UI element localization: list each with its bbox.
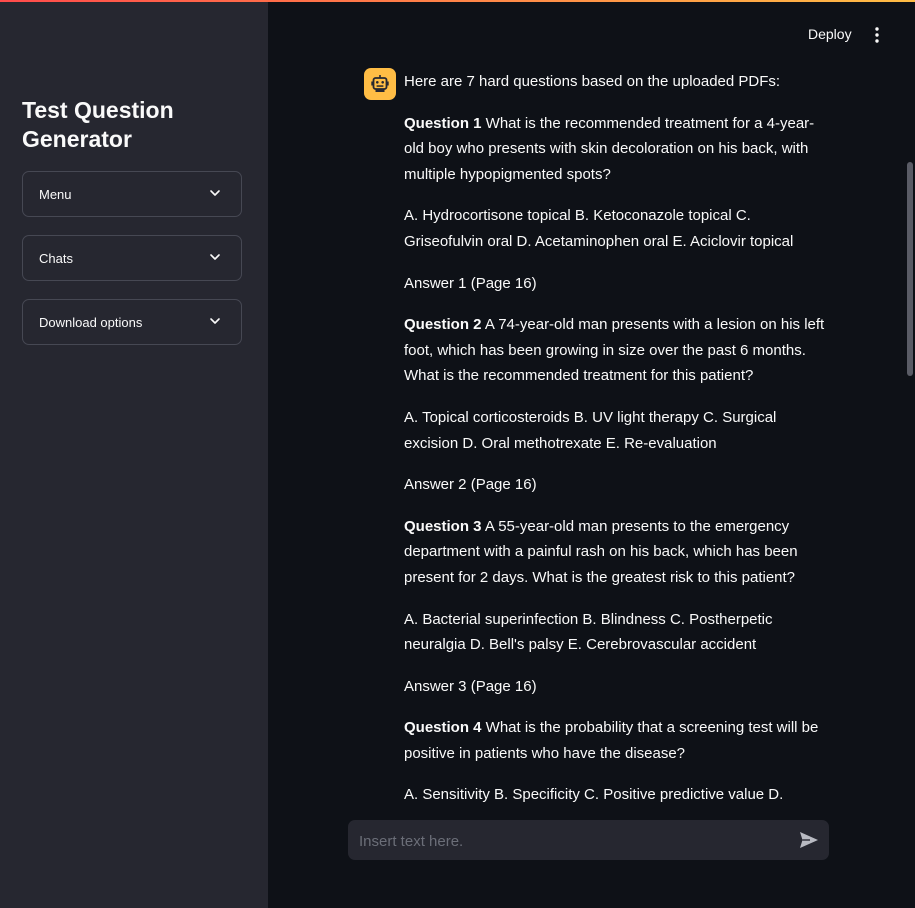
chevron-down-icon [210,254,220,260]
question-label: Question 3 [404,517,482,535]
question-options: A. Bacterial superinfection B. Blindness… [404,610,773,654]
expander-download-options[interactable]: Download options [22,299,242,345]
question-label: Question 2 [404,316,482,334]
question-options: A. Hydrocortisone topical B. Ketoconazol… [404,207,794,250]
question-options: A. Topical corticosteroids B. UV light t… [404,408,777,452]
expander-label: Menu [39,187,72,202]
top-accent-bar [0,0,915,2]
app-title: Test Question Generator [22,97,174,152]
question-text: Question 4 What is the probability that … [404,715,828,766]
expander-label: Download options [39,315,143,330]
expander-menu[interactable]: Menu [22,171,242,217]
question-options: A. Sensitivity B. Specificity C. Positiv… [404,786,784,804]
question-answer: Answer 1 (Page 16) [404,274,537,292]
avatar [364,68,396,100]
deploy-button[interactable]: Deploy [808,26,852,42]
main-area: Deploy Here are 7 hard questions based o… [268,0,915,908]
sidebar: Test Question Generator Menu Chats Downl… [0,0,268,908]
message-intro: Here are 7 hard questions based on the u… [404,73,781,90]
chevron-down-icon [210,190,220,196]
vertical-dots-icon[interactable] [870,26,884,44]
message-content: Here are 7 hard questions based on the u… [404,68,828,806]
question-label: Question 1 [404,114,482,132]
question-text: Question 3 A 55-year-old man presents to… [404,514,828,591]
expander-label: Chats [39,251,73,266]
chat-input-container [348,820,829,862]
question-text: Question 1 What is the recommended treat… [404,111,828,188]
scrollbar-thumb[interactable] [907,162,913,376]
question-answer: Answer 2 (Page 16) [404,476,537,494]
assistant-message: Here are 7 hard questions based on the u… [364,68,828,806]
robot-icon [371,75,389,92]
question-answer: Answer 3 (Page 16) [404,677,537,695]
question-text: Question 2 A 74-year-old man presents wi… [404,312,828,389]
chat-input[interactable] [357,820,781,862]
send-icon[interactable] [799,831,819,849]
expander-chats[interactable]: Chats [22,235,242,281]
question-label: Question 4 [404,719,482,737]
chevron-down-icon [210,318,220,324]
